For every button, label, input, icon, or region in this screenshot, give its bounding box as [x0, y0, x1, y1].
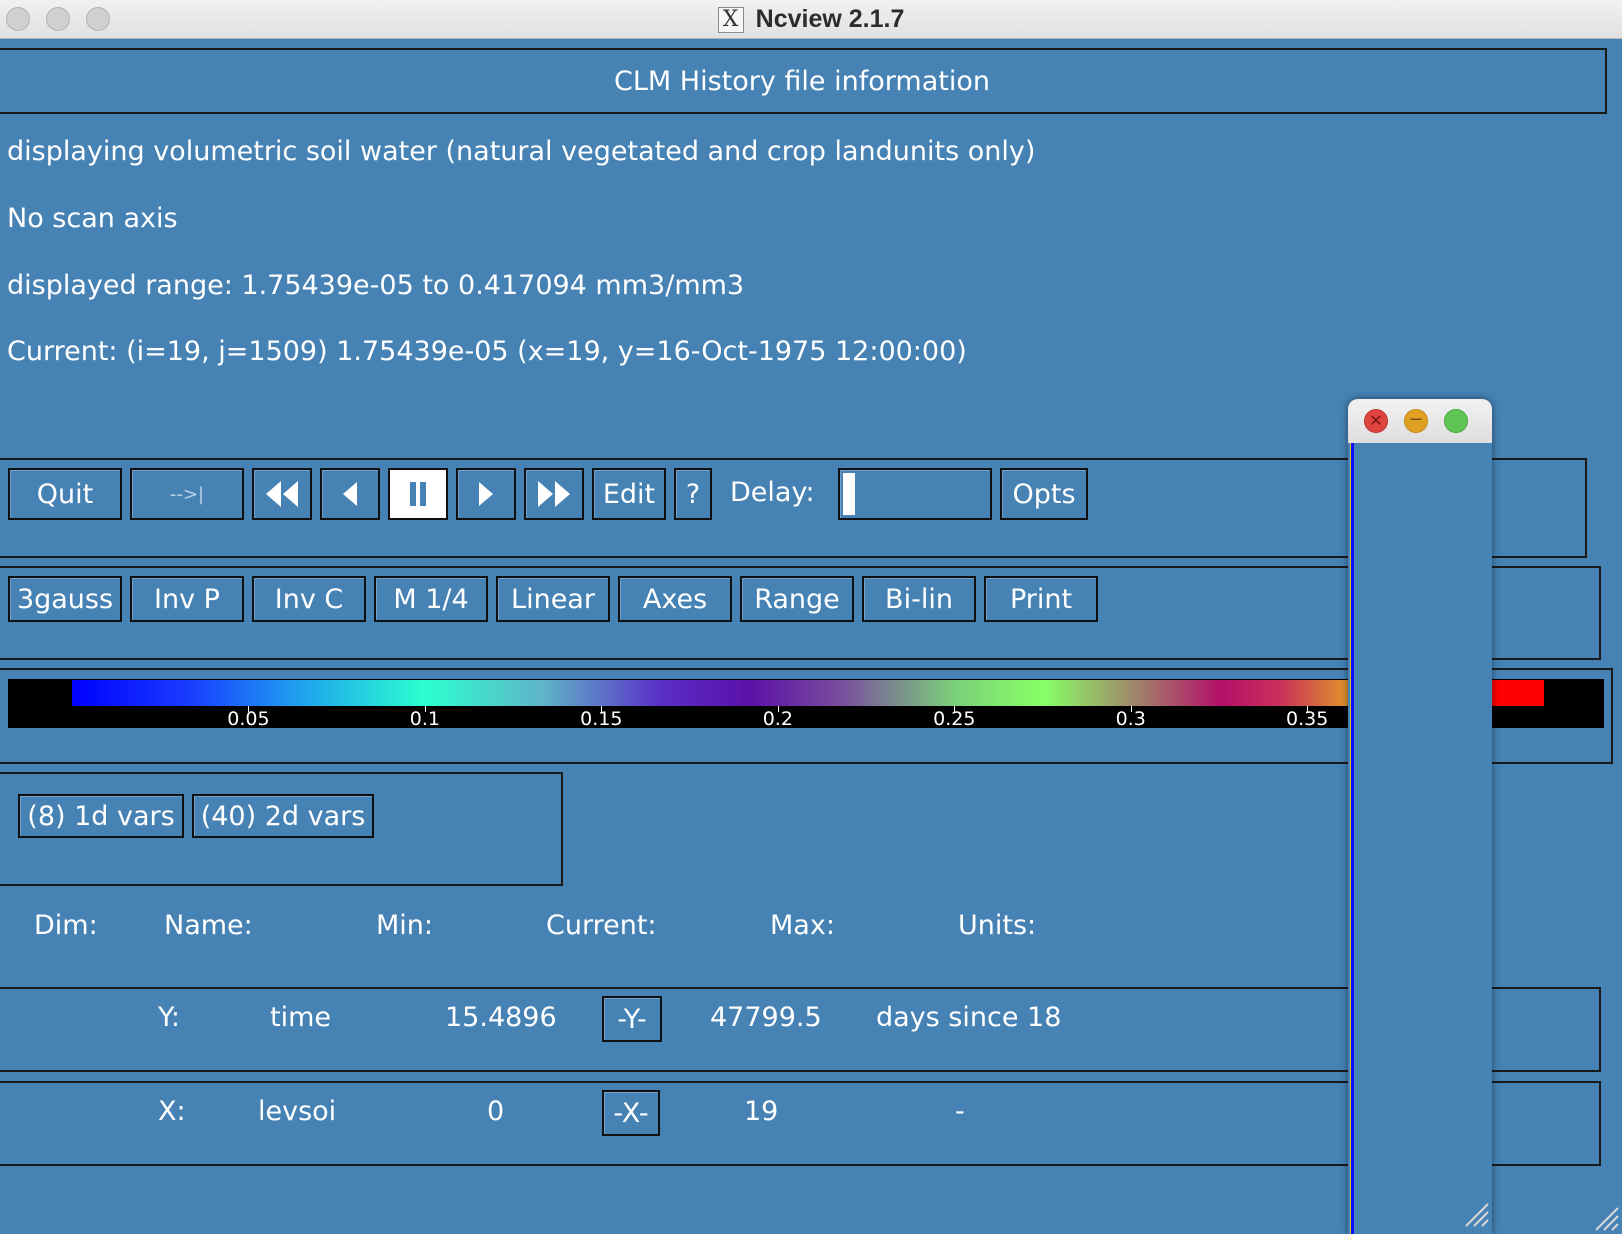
- edit-button[interactable]: Edit: [592, 468, 666, 520]
- step-forward-button[interactable]: [456, 468, 516, 520]
- dim-name: time: [270, 1002, 332, 1033]
- help-button[interactable]: ?: [674, 468, 712, 520]
- dim-name: levsoi: [258, 1096, 337, 1127]
- step-back-icon: [343, 482, 357, 506]
- close-icon[interactable]: ✕: [1364, 409, 1388, 433]
- fast-forward-button[interactable]: [524, 468, 584, 520]
- two-d-vars-button[interactable]: (40) 2d vars: [192, 794, 374, 838]
- min-header: Min:: [376, 910, 434, 941]
- axes-button[interactable]: Axes: [618, 576, 732, 622]
- colorbar-gradient: [72, 680, 1544, 706]
- pause-icon: [410, 482, 426, 506]
- zoom-icon[interactable]: [1444, 409, 1468, 433]
- colorbar-tick-label: 0.15: [580, 708, 623, 730]
- colorbar-tick-label: 0.3: [1115, 708, 1146, 730]
- x11-icon: X: [717, 6, 744, 33]
- transform-button[interactable]: Linear: [496, 576, 610, 622]
- x-axis-assign-button[interactable]: -X-: [602, 1090, 660, 1136]
- file-info-header: CLM History file information: [0, 48, 1607, 114]
- dim-max: 19: [744, 1096, 779, 1127]
- window-titlebar: X Ncview 2.1.7: [0, 0, 1622, 39]
- restart-button[interactable]: -->|: [130, 468, 244, 520]
- data-image[interactable]: [1350, 443, 1354, 1234]
- colorbar-tick-label: 0.2: [762, 708, 793, 730]
- colorbar-tick-label: 0.05: [227, 708, 270, 730]
- current-value-text: Current: (i=19, j=1509) 1.75439e-05 (x=1…: [7, 336, 967, 367]
- step-back-button[interactable]: [320, 468, 380, 520]
- invert-physical-button[interactable]: Inv P: [130, 576, 244, 622]
- quit-button[interactable]: Quit: [8, 468, 122, 520]
- resize-grip-icon[interactable]: [1592, 1204, 1620, 1232]
- resize-grip-icon[interactable]: [1462, 1200, 1490, 1228]
- magnify-button[interactable]: M 1/4: [374, 576, 488, 622]
- fast-forward-icon: [538, 481, 570, 507]
- colormap-button[interactable]: 3gauss: [8, 576, 122, 622]
- dim-label: Y:: [158, 1002, 181, 1033]
- dim-units: days since 18: [876, 1003, 1060, 1033]
- delay-slider[interactable]: [838, 468, 992, 520]
- dim-header: Dim:: [34, 910, 98, 941]
- current-header: Current:: [546, 910, 657, 941]
- colorbar-tick-label: 0.35: [1286, 708, 1329, 730]
- step-forward-icon: [479, 482, 493, 506]
- dim-min: 0: [487, 1096, 505, 1127]
- dim-min: 15.4896: [445, 1002, 557, 1033]
- max-header: Max:: [770, 910, 835, 941]
- scan-axis-text: No scan axis: [7, 203, 178, 234]
- range-button[interactable]: Range: [740, 576, 854, 622]
- dim-max: 47799.5: [710, 1002, 822, 1033]
- rewind-icon: [266, 481, 298, 507]
- dim-units: -: [955, 1096, 965, 1127]
- units-header: Units:: [958, 910, 1037, 941]
- window-title: Ncview 2.1.7: [755, 5, 905, 33]
- colorbar-tick-label: 0.25: [933, 708, 976, 730]
- interpolation-button[interactable]: Bi-lin: [862, 576, 976, 622]
- y-axis-assign-button[interactable]: -Y-: [602, 996, 662, 1042]
- print-button[interactable]: Print: [984, 576, 1098, 622]
- displayed-range-text: displayed range: 1.75439e-05 to 0.417094…: [7, 270, 745, 301]
- image-display-window[interactable]: ✕ −: [1348, 399, 1492, 1234]
- opts-button[interactable]: Opts: [1000, 468, 1088, 520]
- dim-label: X:: [158, 1096, 186, 1127]
- one-d-vars-button[interactable]: (8) 1d vars: [18, 794, 184, 838]
- minimize-icon[interactable]: −: [1404, 409, 1428, 433]
- colorbar-tick-label: 0.1: [409, 708, 440, 730]
- header-title: CLM History file information: [614, 65, 990, 97]
- displaying-variable-text: displaying volumetric soil water (natura…: [7, 136, 1036, 167]
- pause-button[interactable]: [388, 468, 448, 520]
- invert-colormap-button[interactable]: Inv C: [252, 576, 366, 622]
- rewind-button[interactable]: [252, 468, 312, 520]
- name-header: Name:: [164, 910, 253, 941]
- delay-slider-thumb[interactable]: [843, 473, 855, 515]
- image-window-titlebar: ✕ −: [1348, 399, 1492, 443]
- delay-label: Delay:: [730, 477, 815, 508]
